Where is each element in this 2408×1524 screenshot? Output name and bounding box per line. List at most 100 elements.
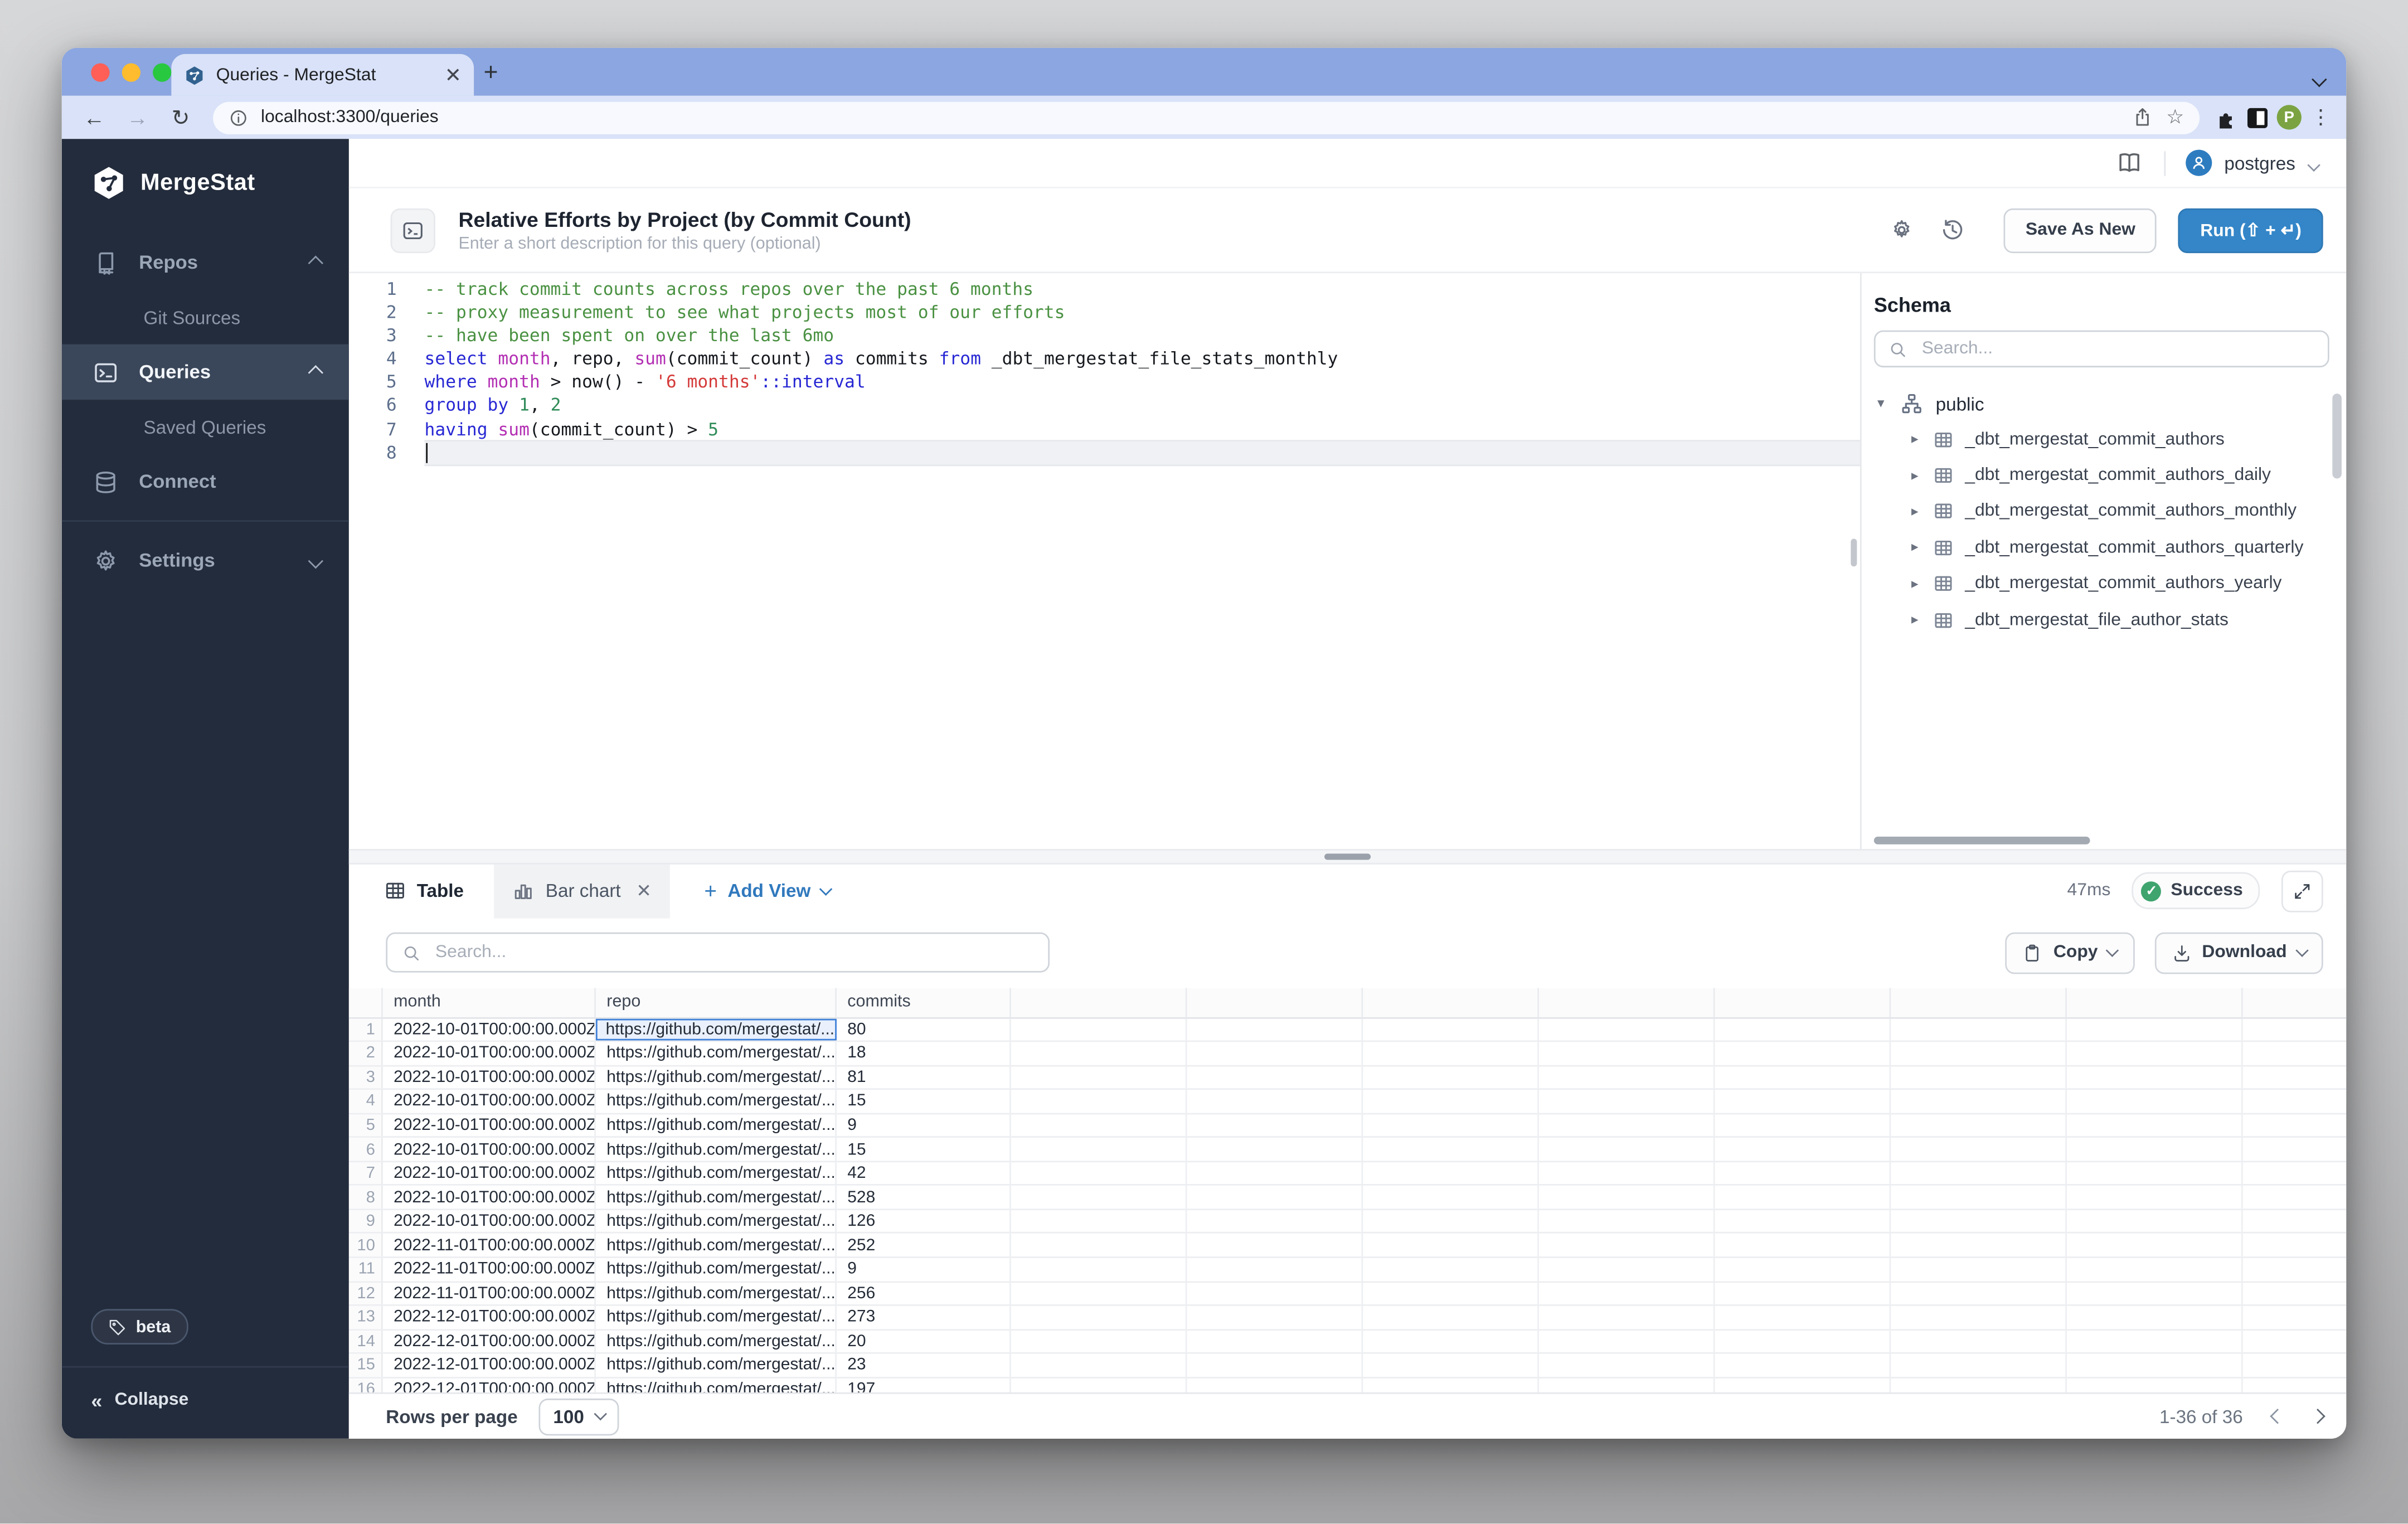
empty-cell[interactable] [1891,1282,2067,1304]
empty-cell[interactable] [1891,1018,2067,1040]
empty-cell[interactable] [1011,1282,1187,1304]
empty-cell[interactable] [2243,1378,2347,1392]
empty-cell[interactable] [1539,1234,1715,1256]
empty-cell[interactable] [1715,1090,1891,1112]
address-bar[interactable]: localhost:3300/queries ☆ [213,101,2200,133]
row-number[interactable]: 11 [349,1258,383,1280]
empty-cell[interactable] [1363,1138,1539,1161]
empty-cell[interactable] [1187,1378,1363,1392]
table-cell[interactable]: https://github.com/mergestat/... [596,1042,837,1064]
table-cell[interactable]: https://github.com/mergestat/... [596,1234,837,1256]
empty-cell[interactable] [1539,1066,1715,1088]
sidebar-item-repos[interactable]: Repos [62,235,349,290]
empty-cell[interactable] [2243,1306,2347,1328]
empty-cell[interactable] [1891,1114,2067,1137]
run-query-button[interactable]: Run (⇧ + ↵) [2179,207,2323,252]
table-cell[interactable]: 2022-12-01T00:00:00.000Z [383,1354,596,1376]
query-history-icon[interactable] [1941,217,1965,242]
empty-cell[interactable] [2243,1018,2347,1040]
empty-cell[interactable] [2243,1162,2347,1185]
expand-caret-icon[interactable]: ▸ [1908,575,1922,592]
column-header-month[interactable]: month [383,987,596,1017]
close-tab-icon[interactable]: ✕ [636,880,652,901]
code-line[interactable]: select month, repo, sum(commit_count) as… [425,348,1860,371]
empty-cell[interactable] [1363,1186,1539,1208]
results-search[interactable] [386,933,1050,973]
empty-cell[interactable] [2243,1234,2347,1256]
row-number[interactable]: 10 [349,1234,383,1256]
row-number[interactable]: 2 [349,1042,383,1064]
table-cell[interactable]: 2022-12-01T00:00:00.000Z [383,1378,596,1392]
empty-cell[interactable] [2067,1282,2243,1304]
table-cell[interactable]: 81 [837,1066,1011,1088]
empty-cell[interactable] [1011,1210,1187,1232]
empty-cell[interactable] [1891,1354,2067,1376]
schema-table-row[interactable]: ▸ _dbt_mergestat_commit_authors_yearly [1874,566,2346,602]
table-cell[interactable]: https://github.com/mergestat/... [596,1186,837,1208]
schema-search-input[interactable] [1919,338,2315,360]
empty-cell[interactable] [1011,1186,1187,1208]
empty-cell[interactable] [1891,1186,2067,1208]
schema-table-row[interactable]: ▸_dbt_mergestat_file_author_stats [1874,602,2346,638]
empty-cell[interactable] [1363,1234,1539,1256]
code-line[interactable]: having sum(commit_count) > 5 [425,418,1860,441]
table-cell[interactable]: 2022-11-01T00:00:00.000Z [383,1258,596,1280]
column-header-repo[interactable]: repo [596,987,837,1017]
editor-code[interactable]: -- track commit counts across repos over… [417,278,1860,848]
empty-cell[interactable] [1363,1210,1539,1232]
empty-cell[interactable] [1715,1210,1891,1232]
table-cell[interactable]: 2022-11-01T00:00:00.000Z [383,1282,596,1304]
save-as-new-button[interactable]: Save As New [2004,207,2157,252]
sidebar-item-git-sources[interactable]: Git Sources [62,290,349,344]
empty-cell[interactable] [1891,1306,2067,1328]
table-cell[interactable]: 2022-10-01T00:00:00.000Z [383,1186,596,1208]
schema-root-name[interactable]: public [1936,393,1984,415]
code-line[interactable]: -- have been spent on over the last 6mo [425,324,1860,348]
schema-table-name[interactable]: _dbt_mergestat_commit_authors_yearly [1965,575,2281,593]
schema-table-row[interactable]: ▸_dbt_mergestat_commit_authors_monthly [1874,494,2346,530]
sidebar-item-saved-queries[interactable]: Saved Queries [62,400,349,454]
table-cell[interactable]: https://github.com/mergestat/... [596,1354,837,1376]
empty-cell[interactable] [1715,1330,1891,1352]
row-number[interactable]: 1 [349,1018,383,1040]
empty-cell[interactable] [1187,1330,1363,1352]
table-cell[interactable]: 2022-12-01T00:00:00.000Z [383,1330,596,1352]
empty-cell[interactable] [1539,1306,1715,1328]
empty-cell[interactable] [1011,1234,1187,1256]
schema-table-row[interactable]: ▸_dbt_mergestat_commit_authors [1874,421,2346,458]
browser-profile-avatar[interactable]: P [2277,105,2302,129]
row-number[interactable]: 4 [349,1090,383,1112]
tab-table[interactable]: Table [366,863,482,918]
empty-cell[interactable] [1891,1330,2067,1352]
empty-cell[interactable] [1539,1018,1715,1040]
extension-icon[interactable] [2247,107,2268,127]
empty-cell[interactable] [1187,1138,1363,1161]
next-page-button[interactable] [2312,1411,2323,1421]
empty-cell[interactable] [1363,1330,1539,1352]
empty-cell[interactable] [2067,1330,2243,1352]
schema-table-name[interactable]: _dbt_mergestat_commit_authors [1965,430,2225,449]
sql-editor[interactable]: 12345678 -- track commit counts across r… [349,273,1860,848]
table-cell[interactable]: 252 [837,1234,1011,1256]
copy-button[interactable]: Copy [2006,931,2134,973]
empty-cell[interactable] [1187,1306,1363,1328]
empty-cell[interactable] [1715,1186,1891,1208]
column-header-commits[interactable]: commits [837,987,1011,1017]
row-number[interactable]: 7 [349,1162,383,1185]
table-cell[interactable]: 2022-10-01T00:00:00.000Z [383,1018,596,1040]
empty-cell[interactable] [2243,1042,2347,1064]
empty-cell[interactable] [1539,1042,1715,1064]
code-line[interactable] [425,441,1860,464]
reload-button[interactable]: ↻ [164,100,198,134]
expand-results-button[interactable] [2281,870,2323,911]
empty-cell[interactable] [1891,1042,2067,1064]
empty-cell[interactable] [1539,1378,1715,1392]
table-cell[interactable]: 2022-10-01T00:00:00.000Z [383,1210,596,1232]
expand-caret-icon[interactable]: ▸ [1908,467,1922,484]
table-cell[interactable]: 80 [837,1018,1011,1040]
empty-cell[interactable] [1187,1258,1363,1280]
forward-button[interactable]: → [120,100,154,134]
empty-cell[interactable] [1187,1162,1363,1185]
selected-cell[interactable]: https://github.com/mergestat/... [596,1018,837,1040]
empty-cell[interactable] [1011,1258,1187,1280]
